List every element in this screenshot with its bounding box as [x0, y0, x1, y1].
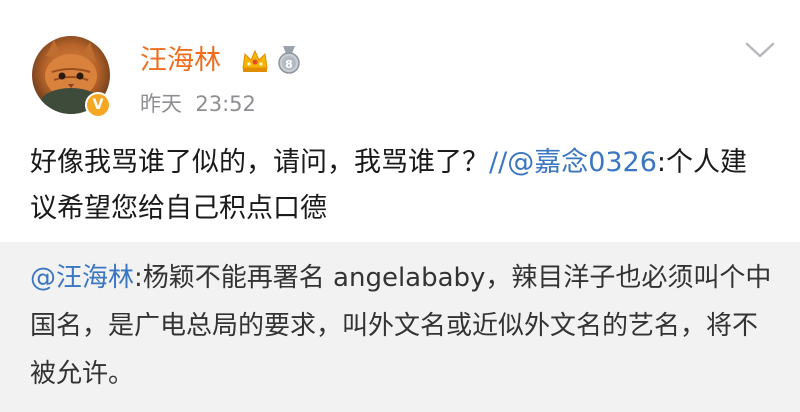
post-timestamp: 昨天 23:52: [140, 92, 256, 116]
repost-separator: //: [489, 147, 508, 178]
quoted-post-content: @汪海林:杨颖不能再署名 angelababy，辣目洋子也必须叫个中国名，是广电…: [30, 254, 775, 398]
verified-badge-label: V: [92, 97, 104, 113]
quoted-mention-link[interactable]: @汪海林: [30, 263, 134, 293]
quoted-text: :杨颖不能再署名 angelababy，辣目洋子也必须叫个中国名，是广电总局的要…: [30, 263, 772, 389]
verified-badge-icon: V: [85, 92, 111, 118]
medal-icon[interactable]: 8: [274, 44, 304, 74]
quoted-post[interactable]: @汪海林:杨颖不能再署名 angelababy，辣目洋子也必须叫个中国名，是广电…: [0, 242, 800, 412]
crown-vip-icon[interactable]: [240, 46, 270, 74]
mention-link[interactable]: @嘉念0326: [507, 147, 657, 178]
weibo-post: V 汪海林 8 昨天 23:52 好像我骂谁了似的，请问，我骂谁了？//@嘉念0…: [0, 0, 800, 412]
chevron-down-icon[interactable]: [744, 40, 776, 60]
medal-level: 8: [285, 58, 293, 71]
post-content: 好像我骂谁了似的，请问，我骂谁了？//@嘉念0326:个人建议希望您给自己积点口…: [30, 140, 750, 232]
username[interactable]: 汪海林: [140, 44, 221, 78]
post-text: 好像我骂谁了似的，请问，我骂谁了？: [30, 147, 489, 178]
